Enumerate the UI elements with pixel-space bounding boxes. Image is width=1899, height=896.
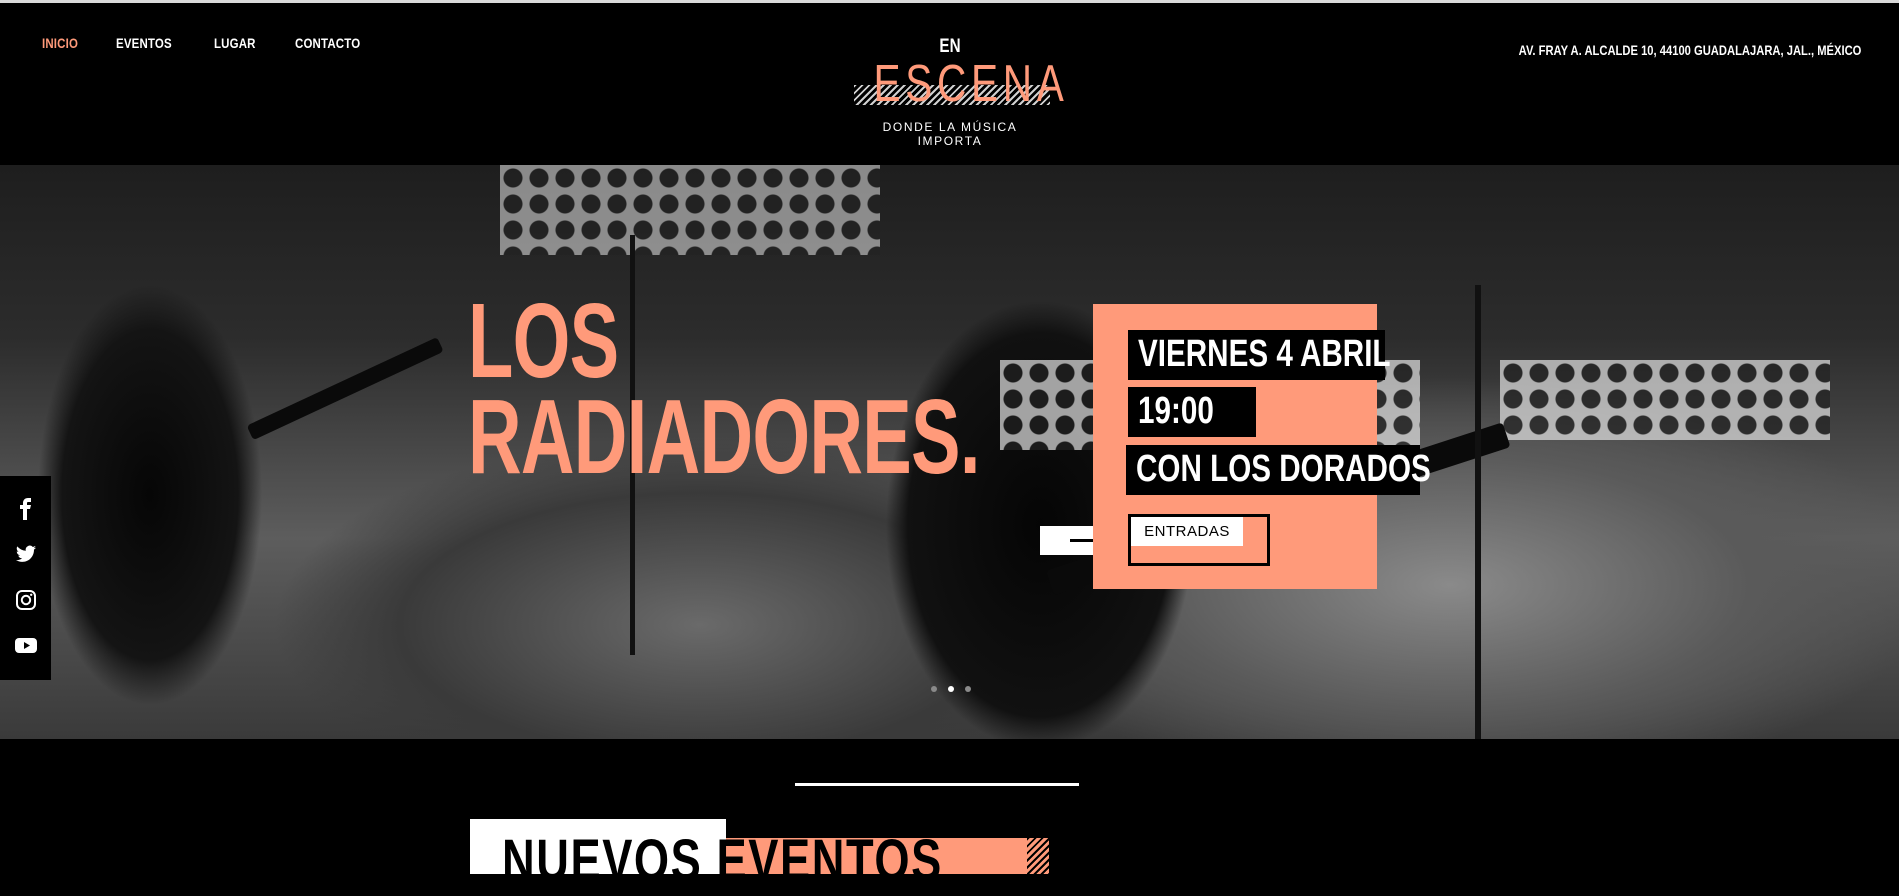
instagram-icon[interactable]	[15, 589, 37, 611]
twitter-icon[interactable]	[15, 543, 37, 565]
slide-dot-3[interactable]	[965, 686, 971, 692]
nav-eventos[interactable]: EVENTOS	[116, 35, 172, 51]
background-speaker	[1500, 360, 1830, 440]
guitar-neck	[246, 336, 444, 441]
site-logo[interactable]: EN ESCENA DONDE LA MÚSICA IMPORTA	[852, 33, 1069, 148]
event-support-act: CON LOS DORADOS	[1126, 445, 1431, 495]
headliner-line-2: RADIADORES.	[468, 378, 980, 496]
slide-dot-2[interactable]	[948, 686, 954, 692]
hero-slideshow: LOS RADIADORES. VIERNES 4 ABRIL 19:00 CO…	[0, 165, 1899, 739]
section-divider	[795, 783, 1079, 786]
slide-indicators	[931, 686, 971, 692]
headliner-name: LOS RADIADORES.	[468, 282, 980, 496]
event-card: VIERNES 4 ABRIL 19:00 CON LOS DORADOS EN…	[1093, 304, 1431, 589]
main-nav: INICIO EVENTOS LUGAR CONTACTO	[42, 35, 374, 51]
tickets-button[interactable]: ENTRADAS	[1131, 517, 1243, 546]
event-time: 19:00	[1128, 387, 1256, 437]
slide-dot-1[interactable]	[931, 686, 937, 692]
background-speaker	[500, 165, 880, 255]
logo-tagline: DONDE LA MÚSICA IMPORTA	[882, 120, 1018, 148]
section-title: NUEVOS EVENTOS	[502, 828, 943, 893]
nav-lugar[interactable]: LUGAR	[214, 35, 256, 51]
site-header: INICIO EVENTOS LUGAR CONTACTO EN ESCENA …	[0, 3, 1899, 165]
nav-inicio[interactable]: INICIO	[42, 35, 78, 51]
social-bar	[0, 476, 51, 680]
logo-main-text: ESCENA	[873, 55, 1069, 113]
event-date: VIERNES 4 ABRIL	[1128, 330, 1391, 380]
venue-address: AV. FRAY A. ALCALDE 10, 44100 GUADALAJAR…	[1518, 42, 1861, 58]
section-title-hatch	[1027, 838, 1049, 874]
mic-stand	[1475, 285, 1481, 739]
facebook-icon[interactable]	[15, 498, 37, 520]
youtube-icon[interactable]	[15, 634, 37, 656]
nav-contacto[interactable]: CONTACTO	[295, 35, 360, 51]
headliner-line-1: LOS	[468, 282, 619, 400]
